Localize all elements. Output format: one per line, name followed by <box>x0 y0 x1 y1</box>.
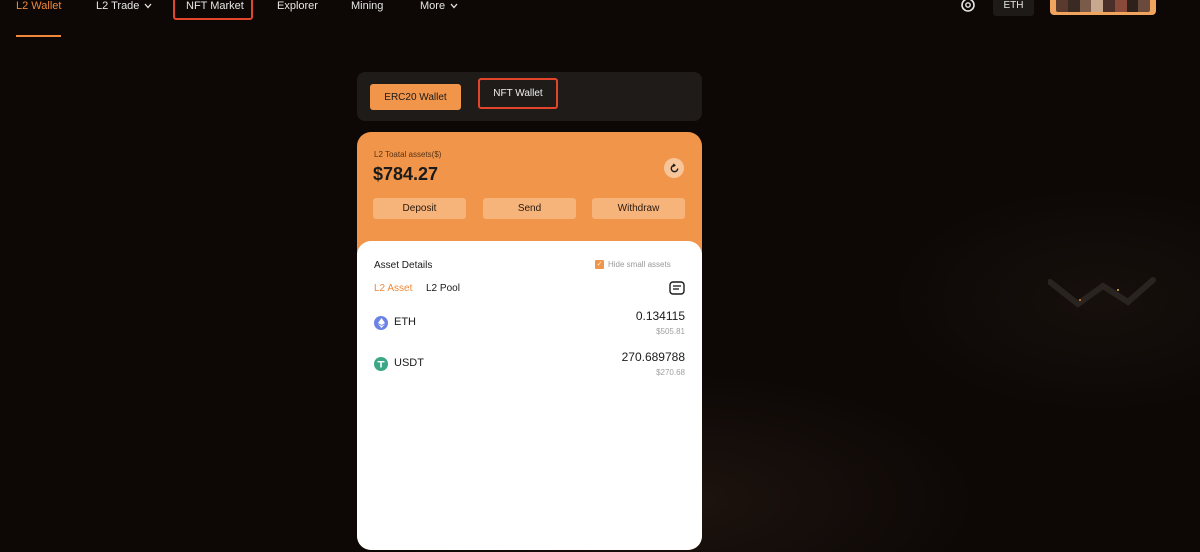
chevron-down-icon <box>144 3 152 9</box>
erc20-wallet-tab[interactable]: ERC20 Wallet <box>370 84 461 110</box>
tab-l2-pool[interactable]: L2 Pool <box>426 283 460 294</box>
asset-symbol: USDT <box>394 357 424 369</box>
chevron-down-icon <box>450 3 458 9</box>
network-label: ETH <box>1003 0 1024 11</box>
gear-icon[interactable] <box>959 0 977 14</box>
nav-active-underline <box>16 35 61 37</box>
wallet-switcher: ERC20 Wallet NFT Wallet <box>357 72 702 121</box>
total-assets-label: L2 Toatal assets($) <box>374 150 442 159</box>
account-button[interactable] <box>1050 0 1156 15</box>
nav-explorer-label: Explorer <box>277 0 318 12</box>
nav-l2-trade-label: L2 Trade <box>96 0 140 12</box>
asset-row[interactable]: USDT 270.689788 $270.68 <box>357 349 702 385</box>
nav-nft-market-label: NFT Market <box>186 0 244 12</box>
total-assets-value: $784.27 <box>373 164 439 184</box>
nav-more[interactable]: More <box>420 0 458 16</box>
asset-details-panel: Asset Details ✓ Hide small assets L2 Ass… <box>357 241 702 550</box>
hide-small-assets-label: Hide small assets <box>608 260 671 269</box>
deposit-button[interactable]: Deposit <box>373 198 466 219</box>
asset-usd-value: $270.68 <box>656 368 685 377</box>
asset-amount: 0.134115 <box>635 309 685 323</box>
send-button[interactable]: Send <box>483 198 576 219</box>
refresh-icon <box>670 162 678 172</box>
background-decoration <box>1048 277 1156 308</box>
asset-usd-value: $505.81 <box>656 327 685 336</box>
asset-symbol: ETH <box>394 316 416 328</box>
checkbox-checked-icon[interactable]: ✓ <box>595 260 604 269</box>
withdraw-button[interactable]: Withdraw <box>592 198 685 219</box>
nav-l2-trade[interactable]: L2 Trade <box>96 0 152 16</box>
eth-icon <box>374 316 388 330</box>
tab-l2-asset[interactable]: L2 Asset <box>374 283 412 294</box>
usdt-icon <box>374 357 388 371</box>
nft-wallet-tab[interactable]: NFT Wallet <box>478 78 558 109</box>
nav-more-label: More <box>420 0 446 12</box>
asset-row[interactable]: ETH 0.134115 $505.81 <box>357 308 702 344</box>
nav-l2-wallet[interactable]: L2 Wallet <box>16 0 61 16</box>
network-selector[interactable]: ETH <box>993 0 1034 16</box>
top-nav: L2 Wallet L2 Trade NFT Market Explorer M… <box>0 0 1200 40</box>
hide-small-assets-toggle[interactable]: ✓ Hide small assets <box>595 260 671 269</box>
nav-mining-label: Mining <box>351 0 384 12</box>
asset-amount: 270.689788 <box>621 350 685 364</box>
nav-explorer[interactable]: Explorer <box>277 0 318 16</box>
refresh-button[interactable] <box>664 158 684 178</box>
asset-details-title: Asset Details <box>374 260 433 271</box>
nav-mining[interactable]: Mining <box>351 0 383 16</box>
nav-nft-market[interactable]: NFT Market <box>186 0 244 16</box>
nav-l2-wallet-label: L2 Wallet <box>16 0 62 12</box>
wallet-card: L2 Toatal assets($) $784.27 Deposit Send… <box>357 132 702 550</box>
account-avatar <box>1056 0 1150 12</box>
list-icon[interactable] <box>669 281 685 295</box>
